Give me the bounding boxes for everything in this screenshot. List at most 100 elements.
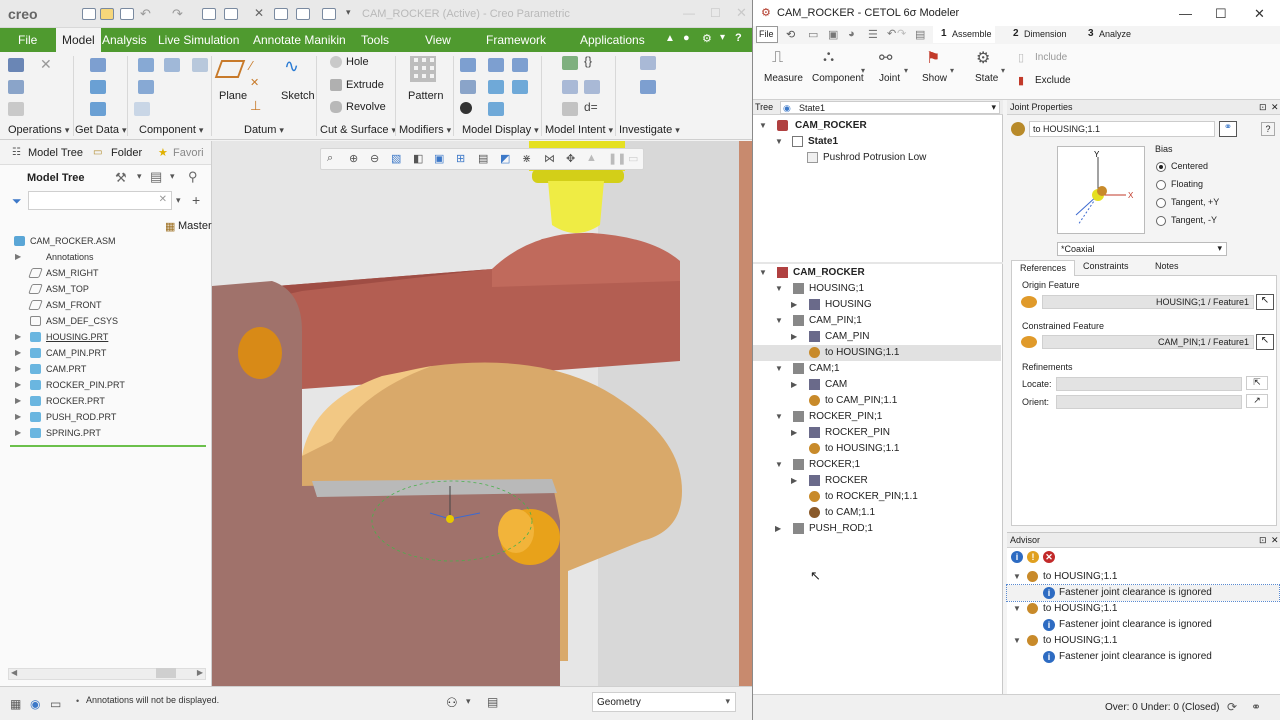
advisor-message-row[interactable]: i Fastener joint clearance is ignored — [1007, 617, 1279, 633]
bias-radio[interactable] — [1156, 198, 1166, 208]
tab-annotate-manikin[interactable]: Annotate Manikin — [249, 28, 350, 52]
bias-radio[interactable] — [1156, 162, 1166, 172]
insert-indicator[interactable] — [10, 445, 206, 447]
collapse-icon[interactable]: ▼ — [775, 134, 783, 150]
advisor-joint-row[interactable]: ▼ to HOUSING;1.1 — [1007, 601, 1279, 617]
tree-item[interactable]: ▶ CAM_PIN.PRT — [0, 345, 208, 361]
measure-button[interactable]: Measure — [764, 73, 803, 84]
expand-icon[interactable]: ▶ — [15, 377, 21, 393]
expand-icon[interactable]: ▶ — [15, 345, 21, 361]
save-icon[interactable]: ▤ — [915, 28, 925, 41]
collapse-icon[interactable]: ▼ — [759, 118, 767, 134]
expand-icon[interactable]: ▶ — [15, 361, 21, 377]
step-dimension-tab[interactable]: 2 Dimension — [1008, 26, 1078, 43]
hole-icon[interactable] — [330, 56, 342, 68]
windows-icon[interactable] — [224, 8, 238, 20]
pattern-button[interactable]: Pattern — [408, 90, 443, 102]
point-icon[interactable]: ✕ — [250, 76, 259, 89]
tab-file[interactable]: File — [14, 28, 41, 52]
minimize-icon[interactable]: — — [683, 6, 695, 20]
bill-of-materials-icon[interactable] — [562, 102, 578, 116]
display-icon[interactable] — [296, 8, 310, 20]
section-icon[interactable] — [488, 58, 504, 72]
axis-icon[interactable]: ⁄ — [250, 58, 252, 73]
annotation-display-icon[interactable]: ⋈ — [544, 152, 555, 165]
display-style-icon[interactable] — [512, 58, 528, 72]
manage-views-icon[interactable] — [460, 58, 476, 72]
tab-notes[interactable]: Notes — [1155, 261, 1179, 271]
joint-dropdown-icon[interactable]: ▾ — [904, 66, 908, 75]
assembly-tree-item[interactable]: ▼ ROCKER_PIN;1 — [753, 409, 1001, 425]
tree-item[interactable]: ▶ ROCKER.PRT — [0, 393, 208, 409]
expand-icon[interactable]: ▼ — [775, 313, 783, 329]
redo-icon[interactable]: ↷ — [172, 6, 183, 22]
expand-icon[interactable]: ▶ — [15, 329, 21, 345]
zoom-in-icon[interactable]: ⊕ — [349, 152, 358, 165]
collapse-ribbon-icon[interactable]: ▲ — [665, 33, 675, 44]
state-icon[interactable]: ⚙ — [976, 48, 990, 68]
collapse-icon[interactable]: ▼ — [1013, 601, 1021, 617]
delete-icon[interactable]: ✕ — [40, 56, 52, 73]
expand-icon[interactable]: ▶ — [791, 425, 797, 441]
reference-viewer-icon[interactable] — [640, 56, 656, 70]
selection-mode-dropdown-icon[interactable]: ▾ — [466, 696, 471, 707]
chevron-down-icon[interactable]: ▾ — [725, 696, 730, 707]
tree-item[interactable]: ASM_FRONT — [0, 297, 208, 313]
assembly-tree-item[interactable]: ▶ CAM — [753, 377, 1001, 393]
joint-icon[interactable]: ⚯ — [879, 48, 892, 68]
origin-feature-field[interactable]: HOUSING;1 / Feature1 — [1042, 295, 1254, 309]
saved-orientations-icon[interactable]: ▣ — [434, 152, 444, 165]
plane-button[interactable]: Plane — [219, 90, 247, 102]
assembly-tree-item[interactable]: to HOUSING;1.1 — [753, 345, 1001, 361]
assembly-tree-item[interactable]: ▶ CAM_PIN — [753, 329, 1001, 345]
selection-filter-select[interactable]: Geometry ▾ — [592, 692, 736, 712]
advisor-joint-row[interactable]: ▼ to HOUSING;1.1 — [1007, 569, 1279, 585]
show-button[interactable]: Show — [922, 73, 947, 84]
master-label[interactable]: Master — [178, 220, 212, 232]
assemble-icon[interactable] — [90, 58, 106, 72]
expand-icon[interactable]: ▶ — [15, 409, 21, 425]
expand-icon[interactable]: ▶ — [791, 473, 797, 489]
state-select[interactable]: ◉ State1 ▾ — [780, 101, 1000, 114]
tree-item[interactable]: ▶ PUSH_ROD.PRT — [0, 409, 208, 425]
assembly-tree-item[interactable]: to CAM;1.1 — [753, 505, 1001, 521]
tab-framework[interactable]: Framework — [482, 28, 550, 52]
list-icon[interactable]: ☰ — [868, 28, 878, 41]
error-filter-icon[interactable]: ✕ — [1043, 551, 1055, 563]
state-button[interactable]: State — [975, 73, 998, 84]
group-component[interactable]: Component — [139, 124, 203, 136]
assembly-tree-item[interactable]: to ROCKER_PIN;1.1 — [753, 489, 1001, 505]
save-icon[interactable] — [120, 8, 134, 20]
component-icon[interactable]: ⛬ — [823, 48, 834, 66]
expand-icon[interactable]: ▼ — [775, 361, 783, 377]
hole-button[interactable]: Hole — [346, 56, 369, 68]
spin-center-icon[interactable]: ✥ — [566, 152, 575, 165]
tab-analysis[interactable]: Analysis — [98, 28, 151, 52]
tree-item[interactable]: ▶ HOUSING.PRT — [0, 329, 208, 345]
pause-icon[interactable]: ❚❚ — [608, 152, 626, 165]
assembly-tree-item[interactable]: ▶ ROCKER — [753, 473, 1001, 489]
step-assemble-tab[interactable]: 1 Assemble — [933, 26, 995, 43]
warning-filter-icon[interactable]: ! — [1027, 551, 1039, 563]
add-filter-icon[interactable]: + — [192, 192, 200, 208]
tab-folder[interactable]: Folder — [111, 147, 142, 159]
group-model-display[interactable]: Model Display — [462, 124, 539, 136]
search-icon[interactable] — [640, 80, 656, 94]
smart-select-icon[interactable]: ▤ — [487, 695, 498, 709]
assembly-tree-item[interactable]: to HOUSING;1.1 — [753, 441, 1001, 457]
settings-dropdown-icon[interactable]: ▾ — [137, 171, 142, 182]
stop-icon[interactable]: ▭ — [628, 152, 638, 165]
open-icon[interactable]: ▭ — [808, 28, 818, 41]
pick-origin-icon[interactable]: ↖ — [1256, 294, 1274, 310]
refresh-status-icon[interactable]: ⟳ — [1227, 700, 1237, 714]
redo-icon[interactable]: ↷ — [897, 27, 906, 40]
measure-icon[interactable]: ⎍ — [772, 49, 783, 67]
extrude-button[interactable]: Extrude — [346, 79, 384, 91]
include-button[interactable]: Include — [1035, 52, 1067, 63]
close-pane-icon[interactable]: ✕ — [1271, 533, 1279, 548]
expand-icon[interactable]: ▶ — [775, 521, 781, 537]
graphics-viewport[interactable] — [212, 141, 752, 686]
repaint-icon[interactable]: ▧ — [391, 152, 401, 165]
component-button[interactable]: Component — [812, 73, 864, 84]
user-icon[interactable]: ◕ — [848, 28, 855, 40]
